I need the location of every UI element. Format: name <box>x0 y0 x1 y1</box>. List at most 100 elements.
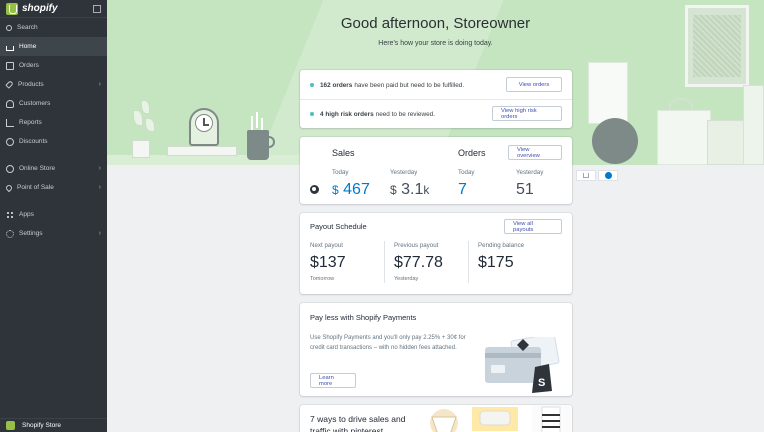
sidebar-item-point-of-sale[interactable]: Point of Sale › <box>0 178 107 197</box>
view-orders-button[interactable]: View orders <box>506 77 562 92</box>
chevron-right-icon: › <box>98 230 101 237</box>
sales-today-value: $ 467 <box>332 181 370 198</box>
online-store-icon <box>310 185 319 194</box>
sidebar-item-label: Orders <box>19 62 39 69</box>
illustration-toggle <box>576 170 618 181</box>
products-icon <box>5 80 14 89</box>
previous-payout-date: Yesterday <box>394 276 419 282</box>
tasks-card: 162 orders have been paid but need to be… <box>300 70 572 128</box>
sidebar-item-reports[interactable]: Reports <box>0 113 107 132</box>
greeting-title: Good afternoon, Storeowner <box>340 15 531 32</box>
apps-icon <box>6 210 14 219</box>
chevron-right-icon: › <box>98 81 101 88</box>
pinterest-products-illustration <box>430 405 572 432</box>
orders-icon <box>6 61 14 70</box>
shopping-bag-illustration <box>657 110 711 165</box>
bullet-icon <box>310 83 314 87</box>
view-all-payouts-button[interactable]: View all payouts <box>504 219 562 234</box>
orders-today-value: 7 <box>458 181 467 198</box>
next-payout-label: Next payout <box>310 242 344 249</box>
reports-icon <box>6 118 14 127</box>
external-link-icon[interactable] <box>93 4 101 13</box>
task-count: 4 high risk orders <box>320 110 374 118</box>
home-icon <box>583 173 589 178</box>
learn-more-button[interactable]: Learn more <box>310 373 356 388</box>
orders-yesterday-label: Yesterday <box>516 169 544 176</box>
globe-tab[interactable] <box>598 170 618 181</box>
previous-payout-value: $77.78 <box>394 254 443 271</box>
search-icon <box>6 24 12 31</box>
sidebar: shopify Search Home Orders Products › Cus… <box>0 0 107 432</box>
discounts-icon <box>6 137 14 146</box>
chevron-right-icon: › <box>98 184 101 191</box>
sidebar-item-label: Discounts <box>19 138 48 145</box>
sidebar-item-settings[interactable]: Settings › <box>0 224 107 243</box>
point-of-sale-icon <box>4 183 14 192</box>
sidebar-item-label: Search <box>17 24 38 31</box>
sidebar-item-label: Online Store <box>19 165 56 172</box>
home-tab[interactable] <box>576 170 596 181</box>
view-overview-button[interactable]: View overview <box>508 145 562 160</box>
svg-text:S: S <box>538 377 545 389</box>
view-high-risk-orders-button[interactable]: View high risk orders <box>492 106 562 121</box>
credit-card-illustration: S <box>485 337 560 393</box>
sales-yesterday-label: Yesterday <box>390 169 418 176</box>
sidebar-item-label: Customers <box>19 100 51 107</box>
sales-today-label: Today <box>332 169 349 176</box>
sidebar-item-label: Reports <box>19 119 42 126</box>
sidebar-item-customers[interactable]: Customers <box>0 94 107 113</box>
greeting-subtitle: Here's how your store is doing today. <box>378 40 493 47</box>
sidebar-item-label: Settings <box>19 230 43 237</box>
sidebar-item-label: Apps <box>19 211 34 218</box>
unfulfilled-orders-task: 162 orders have been paid but need to be… <box>310 78 464 92</box>
store-logo-icon <box>6 421 15 430</box>
next-payout-date: Tomorrow <box>310 276 335 282</box>
high-risk-orders-task: 4 high risk orders need to be reviewed. <box>310 107 435 121</box>
payments-title: Pay less with Shopify Payments <box>310 313 417 322</box>
sales-heading: Sales <box>332 148 355 158</box>
sidebar-item-products[interactable]: Products › <box>0 75 107 94</box>
settings-icon <box>6 229 14 238</box>
orders-heading: Orders <box>458 148 486 158</box>
globe-icon <box>604 172 612 179</box>
bullet-icon <box>310 112 314 116</box>
pending-balance-value: $175 <box>478 254 514 271</box>
sidebar-item-search[interactable]: Search <box>0 18 107 37</box>
sidebar-item-label: Products <box>18 81 44 88</box>
sidebar-item-label: Home <box>19 43 37 50</box>
sales-orders-card: Sales Orders View overview Today Yesterd… <box>300 137 572 204</box>
online-store-icon <box>6 164 14 173</box>
sidebar-item-apps[interactable]: Apps <box>0 205 107 224</box>
orders-today-label: Today <box>458 169 475 176</box>
task-count: 162 orders <box>320 81 353 89</box>
sidebar-item-label: Point of Sale <box>17 184 54 191</box>
previous-payout-label: Previous payout <box>394 242 439 249</box>
store-name: Shopify Store <box>22 422 62 429</box>
store-switcher[interactable]: Shopify Store <box>0 418 107 432</box>
pinterest-title: 7 ways to drive sales and traffic with p… <box>310 414 406 432</box>
plant-illustration <box>132 140 150 158</box>
sidebar-header: shopify <box>0 0 107 18</box>
brand-name: shopify <box>22 3 58 14</box>
shopify-logo-icon <box>6 2 18 15</box>
book-illustration <box>167 146 237 156</box>
pending-balance-label: Pending balance <box>478 242 525 249</box>
pencil-cup-illustration <box>247 130 269 160</box>
home-icon <box>6 45 14 51</box>
chevron-right-icon: › <box>98 165 101 172</box>
lamp-illustration <box>588 62 628 124</box>
task-text: have been paid but need to be fulfilled. <box>354 81 465 89</box>
payments-description: Use Shopify Payments and you'll only pay… <box>310 335 466 351</box>
pinterest-tips-card[interactable]: 7 ways to drive sales and traffic with p… <box>300 405 572 432</box>
customers-icon <box>6 99 14 108</box>
payout-title: Payout Schedule <box>310 222 367 231</box>
task-text: need to be reviewed. <box>375 110 435 118</box>
sales-yesterday-value: $ 3.1k <box>390 181 430 198</box>
next-payout-value: $137 <box>310 254 346 271</box>
sidebar-item-home[interactable]: Home <box>0 37 107 56</box>
orders-yesterday-value: 51 <box>516 181 534 198</box>
sidebar-item-discounts[interactable]: Discounts <box>0 132 107 151</box>
payout-schedule-card: Payout Schedule View all payouts Next pa… <box>300 213 572 294</box>
sidebar-item-online-store[interactable]: Online Store › <box>0 159 107 178</box>
sidebar-item-orders[interactable]: Orders <box>0 56 107 75</box>
